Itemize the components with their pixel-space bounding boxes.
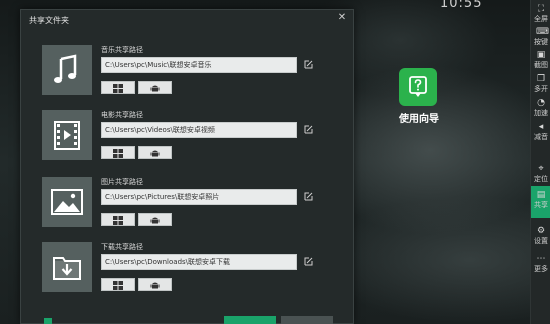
image-icon <box>42 177 92 227</box>
picture-share-section: 图片共享路径 C:\Users\pc\Pictures\联想安卓照片 <box>21 177 355 239</box>
windows-icon <box>113 216 123 225</box>
sidebar-item-volume[interactable]: ◂ 减音 <box>531 118 550 148</box>
android-icon <box>150 282 160 289</box>
dialog-footer <box>21 316 355 324</box>
download-path-field[interactable]: C:\Users\pc\Downloads\联想安卓下载 <box>101 254 297 270</box>
more-icon: ⋯ <box>536 254 546 264</box>
android-open-button[interactable] <box>138 278 172 291</box>
music-path-field[interactable]: C:\Users\pc\Music\联想安卓音乐 <box>101 57 297 73</box>
sidebar-item-label: 多开 <box>534 85 548 93</box>
picture-path-label: 图片共享路径 <box>101 178 143 186</box>
location-icon: ⌖ <box>538 164 544 174</box>
gear-icon: ⚙ <box>536 226 546 236</box>
sidebar-item-label: 截图 <box>534 61 548 69</box>
keyboard-icon: ⌨ <box>536 27 549 37</box>
film-icon <box>42 110 92 160</box>
user-guide-label: 使用向导 <box>399 114 439 125</box>
cancel-button[interactable] <box>281 316 333 324</box>
android-open-button[interactable] <box>138 146 172 159</box>
download-share-section: 下载共享路径 C:\Users\pc\Downloads\联想安卓下载 <box>21 242 355 304</box>
edit-icon[interactable] <box>304 60 313 69</box>
windows-icon <box>113 281 123 290</box>
music-share-section: 音乐共享路径 C:\Users\pc\Music\联想安卓音乐 <box>21 45 355 107</box>
sidebar-item-label: 更多 <box>534 265 548 273</box>
windows-icon <box>113 149 123 158</box>
right-sidebar: ⛶ 全屏 ⌨ 按键 ▣ 截图 ❐ 多开 ◔ 加速 ◂ 减音 ⌖ 定位 ▤ 共享 … <box>530 0 550 324</box>
sidebar-item-more[interactable]: ⋯ 更多 <box>531 250 550 280</box>
speed-icon: ◔ <box>537 98 545 108</box>
question-icon <box>409 76 427 97</box>
sidebar-item-label: 共享 <box>534 201 548 209</box>
volume-icon: ◂ <box>538 122 544 132</box>
download-folder-icon <box>42 242 92 292</box>
edit-icon[interactable] <box>304 257 313 266</box>
windows-open-button[interactable] <box>101 213 135 226</box>
checkbox[interactable] <box>44 318 52 324</box>
sidebar-item-label: 加速 <box>534 109 548 117</box>
android-icon <box>150 150 160 157</box>
multi-instance-icon: ❐ <box>536 74 546 84</box>
windows-open-button[interactable] <box>101 278 135 291</box>
share-folder-icon: ▤ <box>536 190 546 200</box>
sidebar-item-label: 减音 <box>534 133 548 141</box>
android-open-button[interactable] <box>138 213 172 226</box>
sidebar-item-label: 定位 <box>534 175 548 183</box>
music-path-label: 音乐共享路径 <box>101 46 143 54</box>
download-path-label: 下载共享路径 <box>101 243 143 251</box>
edit-icon[interactable] <box>304 125 313 134</box>
sidebar-item-settings[interactable]: ⚙ 设置 <box>531 222 550 252</box>
dialog-title: 共享文件夹 <box>29 16 69 25</box>
windows-icon <box>113 84 123 93</box>
fullscreen-icon: ⛶ <box>537 4 545 14</box>
user-guide-app-icon[interactable] <box>399 68 437 106</box>
video-share-section: 电影共享路径 C:\Users\pc\Videos\联想安卓视频 <box>21 110 355 172</box>
android-icon <box>150 85 160 92</box>
windows-open-button[interactable] <box>101 146 135 159</box>
windows-open-button[interactable] <box>101 81 135 94</box>
android-open-button[interactable] <box>138 81 172 94</box>
video-path-label: 电影共享路径 <box>101 111 143 119</box>
video-path-field[interactable]: C:\Users\pc\Videos\联想安卓视频 <box>101 122 297 138</box>
clock-text: 10:55 <box>440 0 483 11</box>
confirm-button[interactable] <box>224 316 276 324</box>
picture-path-field[interactable]: C:\Users\pc\Pictures\联想安卓照片 <box>101 189 297 205</box>
edit-icon[interactable] <box>304 192 313 201</box>
music-note-icon <box>42 45 92 95</box>
close-icon[interactable]: ✕ <box>337 13 347 23</box>
share-folder-dialog: 共享文件夹 ✕ 音乐共享路径 C:\Users\pc\Music\联想安卓音乐 <box>20 9 354 324</box>
sidebar-item-share[interactable]: ▤ 共享 <box>531 186 550 218</box>
android-icon <box>150 217 160 224</box>
screenshot-icon: ▣ <box>536 50 546 60</box>
sidebar-item-label: 设置 <box>534 237 548 245</box>
